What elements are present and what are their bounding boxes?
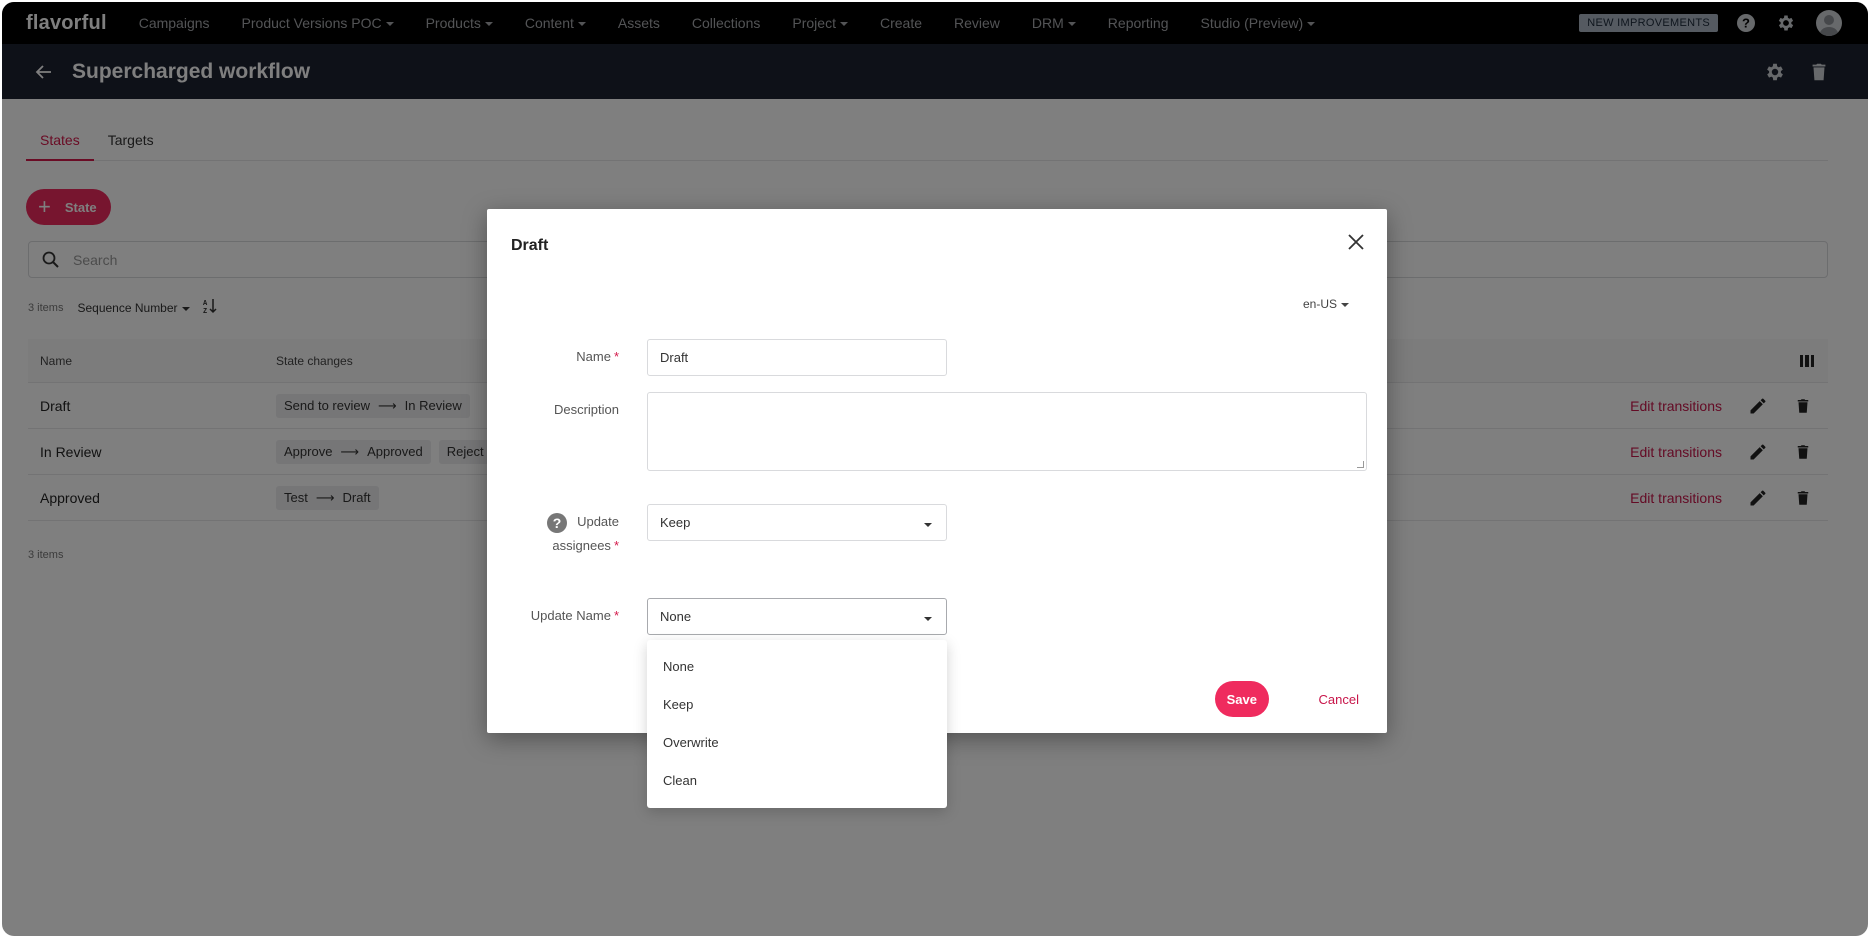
save-button[interactable]: Save [1214,681,1269,717]
caret-down-icon [924,617,932,621]
caret-down-icon [924,523,932,527]
option-keep[interactable]: Keep [647,686,947,724]
cancel-button[interactable]: Cancel [1319,692,1359,707]
option-clean[interactable]: Clean [647,762,947,800]
locale-dropdown[interactable]: en-US [1303,297,1349,311]
help-icon[interactable]: ? [547,512,568,533]
required-marker: * [613,349,619,364]
description-label: Description [553,402,619,417]
modal-title: Draft [511,237,549,254]
required-marker: * [613,608,619,623]
option-overwrite[interactable]: Overwrite [647,724,947,762]
close-icon[interactable] [1347,233,1365,251]
caret-down-icon [1341,303,1349,307]
app-window: flavorful Campaigns Product Versions POC… [2,2,1868,936]
update-assignees-select[interactable]: Keep [647,504,947,541]
selected-value: Keep [660,515,691,530]
required-marker: * [613,538,619,553]
update-name-options-menu: None Keep Overwrite Clean [647,640,947,808]
name-input[interactable]: Draft [647,339,947,376]
update-assignees-label: ? Update assignees * [547,510,619,558]
update-name-select[interactable]: None [647,598,947,635]
option-none[interactable]: None [647,648,947,686]
label-text: Update Name [530,608,611,623]
selected-value: None [660,609,692,624]
name-label: Name * [576,345,619,369]
description-textarea[interactable] [647,392,1367,471]
label-text: assignees [552,538,611,553]
label-text: Update [577,514,619,529]
locale-label: en-US [1302,297,1337,311]
label-text: Name [576,349,611,364]
update-name-label: Update Name * [531,604,619,628]
